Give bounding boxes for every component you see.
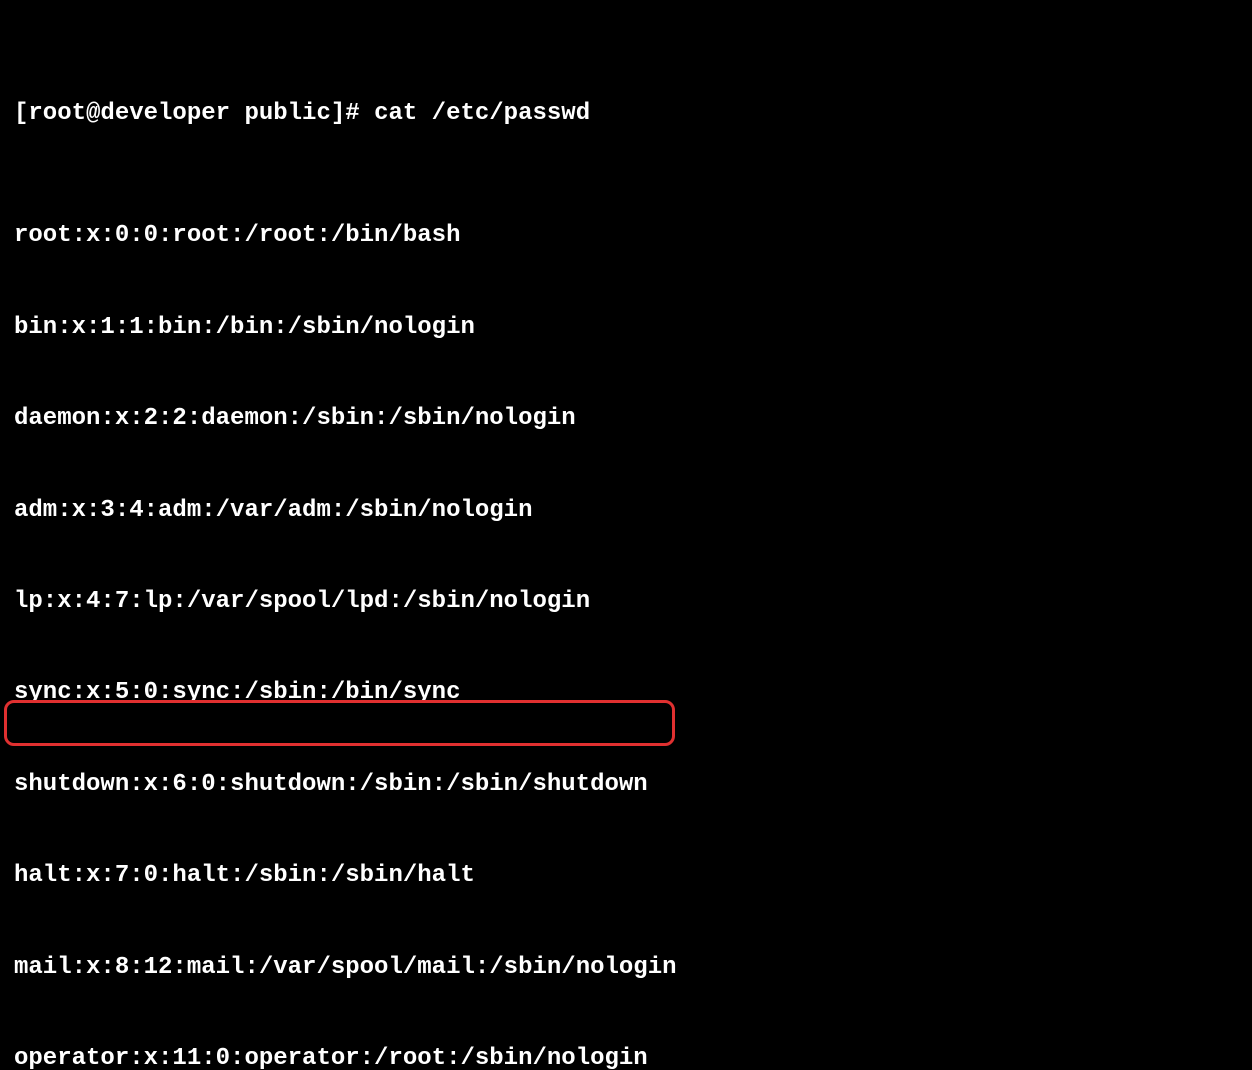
output-line: halt:x:7:0:halt:/sbin:/sbin/halt [14, 861, 1238, 891]
command-line-1: [root@developer public]# cat /etc/passwd [14, 99, 1238, 129]
output-line: adm:x:3:4:adm:/var/adm:/sbin/nologin [14, 496, 1238, 526]
shell-prompt: [root@developer public]# [14, 100, 374, 127]
output-line: shutdown:x:6:0:shutdown:/sbin:/sbin/shut… [14, 770, 1238, 800]
output-line: lp:x:4:7:lp:/var/spool/lpd:/sbin/nologin [14, 587, 1238, 617]
output-line: daemon:x:2:2:daemon:/sbin:/sbin/nologin [14, 404, 1238, 434]
output-line: mail:x:8:12:mail:/var/spool/mail:/sbin/n… [14, 953, 1238, 983]
output-line: bin:x:1:1:bin:/bin:/sbin/nologin [14, 313, 1238, 343]
output-line: root:x:0:0:root:/root:/bin/bash [14, 221, 1238, 251]
terminal-window[interactable]: [root@developer public]# cat /etc/passwd… [0, 0, 1252, 1070]
command-text: cat /etc/passwd [374, 100, 590, 127]
output-line: sync:x:5:0:sync:/sbin:/bin/sync [14, 678, 1238, 708]
output-line: operator:x:11:0:operator:/root:/sbin/nol… [14, 1044, 1238, 1070]
